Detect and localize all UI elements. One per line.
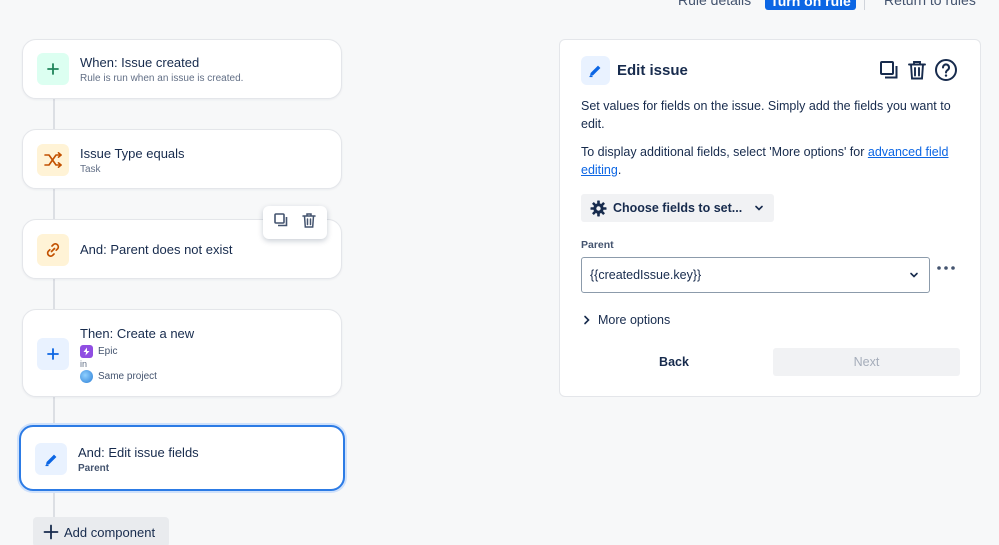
rule-details-link[interactable]: Rule details bbox=[678, 0, 751, 8]
add-component-button[interactable]: Add component bbox=[33, 517, 169, 545]
top-toolbar: Rule details Turn on rule Return to rule… bbox=[0, 0, 999, 12]
chevron-down-icon bbox=[910, 272, 918, 278]
next-button[interactable]: Next bbox=[773, 348, 960, 376]
more-options-label: More options bbox=[598, 313, 671, 327]
component-title: Then: Create a new bbox=[80, 326, 195, 341]
gear-icon bbox=[590, 200, 607, 216]
parent-field-select[interactable]: {{createdIssue.key}} bbox=[581, 257, 930, 293]
project-avatar bbox=[80, 370, 93, 383]
component-action-edit-issue-selected[interactable]: And: Edit issue fields Parent bbox=[19, 425, 345, 491]
component-trigger-issue-created[interactable]: When: Issue created Rule is run when an … bbox=[22, 39, 342, 99]
parent-field-label: Parent bbox=[581, 239, 614, 251]
component-subtitle: Task bbox=[80, 164, 101, 175]
advanced-editing-hint: To display additional fields, select 'Mo… bbox=[581, 145, 949, 177]
pencil-icon bbox=[35, 443, 67, 475]
add-component-label: Add component bbox=[64, 524, 156, 540]
header-divider bbox=[864, 0, 865, 10]
help-icon[interactable] bbox=[934, 58, 958, 87]
pencil-icon bbox=[581, 56, 610, 85]
component-action-create-issue[interactable]: Then: Create a new Epic in Same project bbox=[22, 309, 342, 397]
parent-field-value: {{createdIssue.key}} bbox=[590, 268, 702, 282]
issue-type-label: Epic bbox=[98, 346, 118, 357]
epic-icon bbox=[80, 345, 93, 358]
component-action-toolbar bbox=[263, 206, 327, 239]
component-title: And: Parent does not exist bbox=[80, 242, 233, 257]
panel-description: Set values for fields on the issue. Simp… bbox=[581, 99, 951, 131]
edit-issue-panel: Edit issue Set values for fields on the … bbox=[559, 39, 981, 397]
component-condition-issue-type[interactable]: Issue Type equals Task bbox=[22, 129, 342, 189]
component-title: And: Edit issue fields bbox=[78, 445, 199, 460]
copy-icon[interactable] bbox=[878, 59, 900, 86]
project-label: Same project bbox=[98, 371, 157, 382]
turn-on-rule-button[interactable]: Turn on rule bbox=[765, 0, 856, 10]
copy-icon[interactable] bbox=[273, 212, 289, 233]
trash-icon[interactable] bbox=[301, 212, 317, 234]
plus-icon bbox=[37, 338, 69, 370]
panel-title: Edit issue bbox=[617, 62, 688, 79]
choose-fields-label: Choose fields to set... bbox=[613, 201, 743, 215]
in-label: in bbox=[80, 359, 88, 369]
component-subtitle: Parent bbox=[78, 463, 110, 474]
panel-tools bbox=[878, 58, 958, 87]
chevron-right-icon bbox=[584, 315, 590, 325]
back-button[interactable]: Back bbox=[581, 348, 767, 376]
component-subtitle: Rule is run when an issue is created. bbox=[80, 73, 244, 84]
chevron-down-icon bbox=[755, 205, 763, 211]
more-actions-icon[interactable] bbox=[936, 264, 956, 272]
plus-icon bbox=[43, 524, 59, 540]
plus-icon bbox=[37, 53, 69, 85]
component-title: When: Issue created bbox=[80, 55, 200, 70]
more-options-toggle[interactable]: More options bbox=[583, 313, 670, 327]
choose-fields-button[interactable]: Choose fields to set... bbox=[581, 194, 774, 222]
return-to-rules-link[interactable]: Return to rules bbox=[884, 0, 976, 8]
trash-icon[interactable] bbox=[906, 59, 928, 86]
component-title: Issue Type equals bbox=[80, 146, 185, 161]
link-icon bbox=[37, 234, 69, 266]
shuffle-icon bbox=[37, 144, 69, 176]
